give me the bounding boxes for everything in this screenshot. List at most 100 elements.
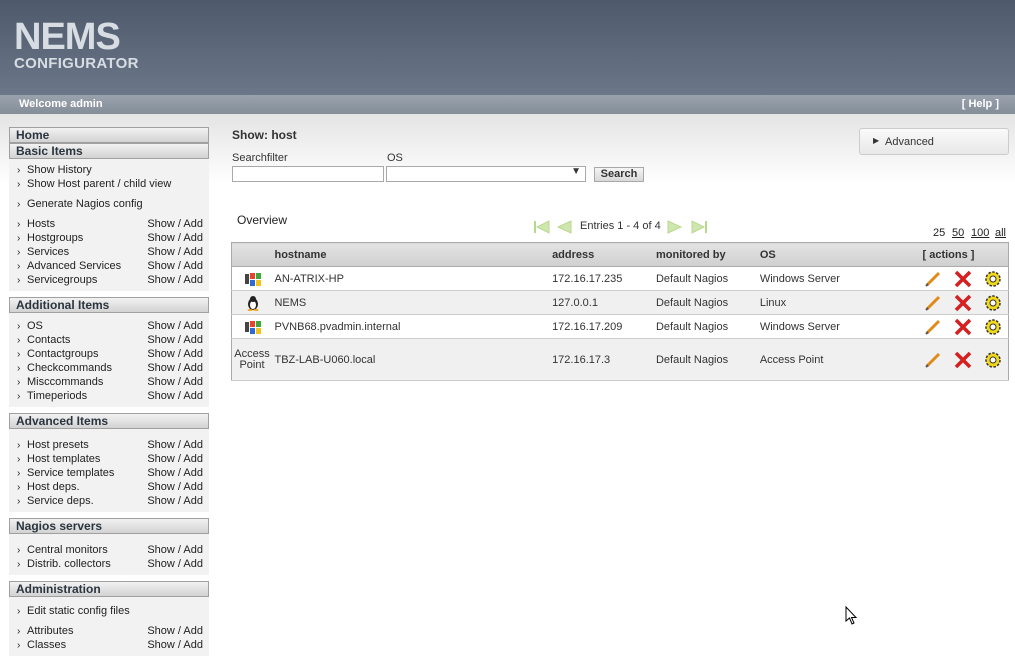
first-page-icon[interactable] <box>533 219 551 235</box>
show-add-links[interactable]: Show / Add <box>147 543 203 557</box>
show-add-links[interactable]: Show / Add <box>147 319 203 333</box>
sidebar-item-label[interactable]: Host templates <box>27 453 100 465</box>
sidebar-item-show-host-parent[interactable]: › Show Host parent / child view <box>9 177 209 191</box>
last-page-icon[interactable] <box>690 219 708 235</box>
show-add-links[interactable]: Show / Add <box>147 273 203 287</box>
edit-pencil-icon[interactable] <box>923 294 943 312</box>
sidebar-item-label[interactable]: Generate Nagios config <box>27 198 143 210</box>
sidebar-item-classes: › Classes Show / Add <box>9 638 209 652</box>
show-add-links[interactable]: Show / Add <box>147 245 203 259</box>
os-select[interactable]: ▼ <box>386 166 586 182</box>
cell-address: 172.16.17.209 <box>552 314 656 339</box>
cell-hostname[interactable]: AN-ATRIX-HP <box>274 266 553 291</box>
next-page-icon[interactable] <box>666 219 684 235</box>
sidebar-item-label[interactable]: Host deps. <box>27 481 80 493</box>
sidebar-item-edit-static-config[interactable]: › Edit static config files <box>9 604 209 618</box>
gear-icon[interactable] <box>983 318 1003 336</box>
sidebar-item-checkcommands: › Checkcommands Show / Add <box>9 361 209 375</box>
sidebar-item-label[interactable]: OS <box>27 320 43 332</box>
chevron-right-icon: › <box>17 496 21 507</box>
per-page-all[interactable]: all <box>995 227 1006 239</box>
sidebar-item-label[interactable]: Contacts <box>27 334 70 346</box>
sidebar-item-label[interactable]: Advanced Services <box>27 260 121 272</box>
delete-x-icon[interactable] <box>953 351 973 369</box>
show-add-links[interactable]: Show / Add <box>147 494 203 508</box>
gear-icon[interactable] <box>983 294 1003 312</box>
show-add-links[interactable]: Show / Add <box>147 389 203 403</box>
sidebar-item-label[interactable]: Attributes <box>27 625 73 637</box>
sidebar-item-label[interactable]: Servicegroups <box>27 274 97 286</box>
show-add-links[interactable]: Show / Add <box>147 361 203 375</box>
sidebar-item-label[interactable]: Misccommands <box>27 376 103 388</box>
sidebar-item-label[interactable]: Services <box>27 246 69 258</box>
show-add-links[interactable]: Show / Add <box>147 347 203 361</box>
sidebar-item-label[interactable]: Contactgroups <box>27 348 99 360</box>
show-add-links[interactable]: Show / Add <box>147 217 203 231</box>
cell-os: Windows Server <box>759 266 923 291</box>
table-row: PVNB68.pvadmin.internal 172.16.17.209 De… <box>231 314 1009 339</box>
sidebar-section-nagios-servers[interactable]: Nagios servers <box>9 518 209 534</box>
previous-page-icon[interactable] <box>555 219 573 235</box>
sidebar-item-label[interactable]: Central monitors <box>27 544 108 556</box>
help-link[interactable]: [ Help ] <box>962 98 999 110</box>
icon-column-header <box>231 242 275 267</box>
show-add-links[interactable]: Show / Add <box>147 333 203 347</box>
show-add-links[interactable]: Show / Add <box>147 438 203 452</box>
sidebar-item-label[interactable]: Checkcommands <box>27 362 112 374</box>
sidebar-item-distrib-collectors: › Distrib. collectors Show / Add <box>9 557 209 571</box>
sidebar-item-show-history[interactable]: › Show History <box>9 163 209 177</box>
show-add-links[interactable]: Show / Add <box>147 557 203 571</box>
cell-hostname[interactable]: NEMS <box>274 290 553 315</box>
sidebar-section-basic-items[interactable]: Basic Items <box>9 143 209 159</box>
cell-hostname[interactable]: TBZ-LAB-U060.local <box>274 338 553 381</box>
sidebar-item-label[interactable]: Timeperiods <box>27 390 87 402</box>
sidebar-item-label[interactable]: Show History <box>27 164 92 176</box>
show-add-links[interactable]: Show / Add <box>147 638 203 652</box>
sidebar-item-label[interactable]: Service deps. <box>27 495 94 507</box>
edit-pencil-icon[interactable] <box>923 318 943 336</box>
column-header-monitored-by[interactable]: monitored by <box>655 242 760 267</box>
linux-icon <box>247 295 259 311</box>
sidebar-item-label[interactable]: Host presets <box>27 439 89 451</box>
show-add-links[interactable]: Show / Add <box>147 375 203 389</box>
show-add-links[interactable]: Show / Add <box>147 466 203 480</box>
column-header-address[interactable]: address <box>552 242 656 267</box>
gear-icon[interactable] <box>983 270 1003 288</box>
delete-x-icon[interactable] <box>953 318 973 336</box>
sidebar-section-advanced-items[interactable]: Advanced Items <box>9 413 209 429</box>
searchfilter-input[interactable] <box>232 166 384 182</box>
column-header-os[interactable]: OS <box>759 242 923 267</box>
sidebar-item-label[interactable]: Hostgroups <box>27 232 83 244</box>
sidebar-item-label[interactable]: Classes <box>27 639 66 651</box>
per-page-50[interactable]: 50 <box>952 227 964 239</box>
show-add-links[interactable]: Show / Add <box>147 452 203 466</box>
nems-logo: NEMS CONFIGURATOR <box>14 18 139 71</box>
search-button[interactable]: Search <box>594 167 644 182</box>
sidebar-item-label[interactable]: Edit static config files <box>27 605 130 617</box>
column-header-hostname[interactable]: hostname <box>274 242 553 267</box>
gear-icon[interactable] <box>983 351 1003 369</box>
per-page-100[interactable]: 100 <box>971 227 989 239</box>
sidebar-item-label[interactable]: Distrib. collectors <box>27 558 111 570</box>
logo-wordmark: NEMS <box>14 16 121 58</box>
cell-address: 172.16.17.235 <box>552 266 656 291</box>
edit-pencil-icon[interactable] <box>923 351 943 369</box>
sidebar-item-generate-config[interactable]: › Generate Nagios config <box>9 197 209 211</box>
delete-x-icon[interactable] <box>953 294 973 312</box>
sidebar-item-label[interactable]: Hosts <box>27 218 55 230</box>
delete-x-icon[interactable] <box>953 270 973 288</box>
edit-pencil-icon[interactable] <box>923 270 943 288</box>
show-add-links[interactable]: Show / Add <box>147 624 203 638</box>
sidebar-home[interactable]: Home <box>9 127 209 143</box>
show-add-links[interactable]: Show / Add <box>147 480 203 494</box>
sidebar-section-additional-items[interactable]: Additional Items <box>9 297 209 313</box>
sidebar-item-label[interactable]: Service templates <box>27 467 114 479</box>
advanced-toggle[interactable]: ▶ Advanced <box>859 128 1009 155</box>
show-add-links[interactable]: Show / Add <box>147 259 203 273</box>
sidebar-section-administration[interactable]: Administration <box>9 581 209 597</box>
welcome-bar: Welcome admin [ Help ] <box>0 95 1015 114</box>
show-add-links[interactable]: Show / Add <box>147 231 203 245</box>
cell-hostname[interactable]: PVNB68.pvadmin.internal <box>274 314 553 339</box>
sidebar-item-label[interactable]: Show Host parent / child view <box>27 178 171 190</box>
sidebar-item-attributes: › Attributes Show / Add <box>9 624 209 638</box>
